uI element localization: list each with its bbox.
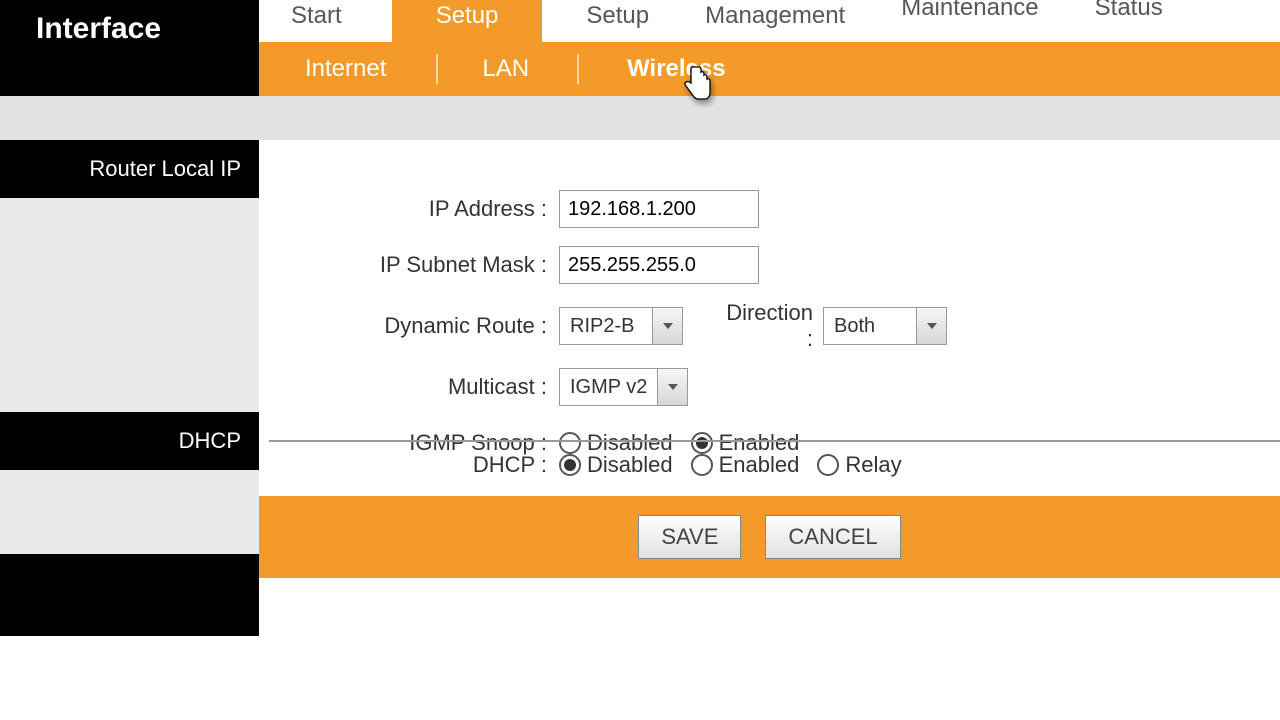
tab-status[interactable]: Status [1067, 0, 1191, 34]
radio-dhcp-enabled[interactable] [691, 454, 713, 476]
subtab-wireless[interactable]: Wireless [579, 42, 756, 96]
footer: SAVE CANCEL [259, 496, 1280, 578]
select-dynamic-route[interactable]: RIP2-B [559, 307, 683, 345]
select-direction-value: Both [824, 308, 916, 344]
radio-dhcp-relay-label: Relay [845, 452, 901, 478]
sidebar-gray-strip [0, 96, 259, 140]
tab-start[interactable]: Start [259, 0, 386, 42]
main-gray-strip [259, 96, 1280, 140]
label-direction: Direction : [723, 300, 823, 352]
select-direction[interactable]: Both [823, 307, 947, 345]
radio-dhcp-enabled-label: Enabled [719, 452, 800, 478]
select-multicast[interactable]: IGMP v2 [559, 368, 688, 406]
label-dynamic-route: Dynamic Route : [279, 313, 559, 339]
sidebar-gap-2 [0, 470, 259, 554]
sidebar-black-bottom [0, 554, 259, 636]
top-tabs: Start Setup Setup Management Maintenance… [259, 0, 1280, 42]
cancel-button[interactable]: CANCEL [765, 515, 900, 559]
form-router-local-ip: IP Address : IP Subnet Mask : Dynamic Ro… [259, 140, 1280, 412]
chevron-down-icon[interactable] [652, 308, 682, 344]
subtab-internet[interactable]: Internet [259, 42, 436, 96]
subtab-lan[interactable]: LAN [438, 42, 577, 96]
radio-dhcp-relay[interactable] [817, 454, 839, 476]
save-button[interactable]: SAVE [638, 515, 741, 559]
input-ip-address[interactable] [559, 190, 759, 228]
sub-tabs: Internet LAN Wireless [259, 42, 1280, 96]
brand-title: Interface [36, 12, 161, 46]
section-dhcp-label: DHCP [179, 428, 241, 454]
section-router-local-ip-label: Router Local IP [89, 156, 241, 182]
radio-dhcp-disabled-label: Disabled [587, 452, 673, 478]
select-dynamic-route-value: RIP2-B [560, 308, 652, 344]
tab-management[interactable]: Management [677, 0, 873, 42]
radio-igmp-snoop-enabled[interactable] [691, 432, 713, 454]
radio-igmp-snoop-disabled[interactable] [559, 432, 581, 454]
label-multicast: Multicast : [279, 374, 559, 400]
label-ip-address: IP Address : [279, 196, 559, 222]
tab-maintenance[interactable]: Maintenance [873, 0, 1066, 34]
select-multicast-value: IGMP v2 [560, 369, 657, 405]
tab-setup-2[interactable]: Setup [542, 0, 677, 42]
radio-dhcp-disabled[interactable] [559, 454, 581, 476]
section-dhcp: DHCP [0, 412, 259, 470]
form-dhcp: DHCP : Disabled Enabled Relay [259, 412, 1280, 496]
chevron-down-icon[interactable] [657, 369, 687, 405]
sidebar-gap-1 [0, 198, 259, 412]
section-router-local-ip: Router Local IP [0, 140, 259, 198]
input-subnet-mask[interactable] [559, 246, 759, 284]
brand-header: Interface [0, 0, 259, 96]
label-dhcp: DHCP : [279, 452, 559, 478]
tab-setup[interactable]: Setup [392, 0, 543, 42]
label-subnet-mask: IP Subnet Mask : [279, 252, 559, 278]
chevron-down-icon[interactable] [916, 308, 946, 344]
